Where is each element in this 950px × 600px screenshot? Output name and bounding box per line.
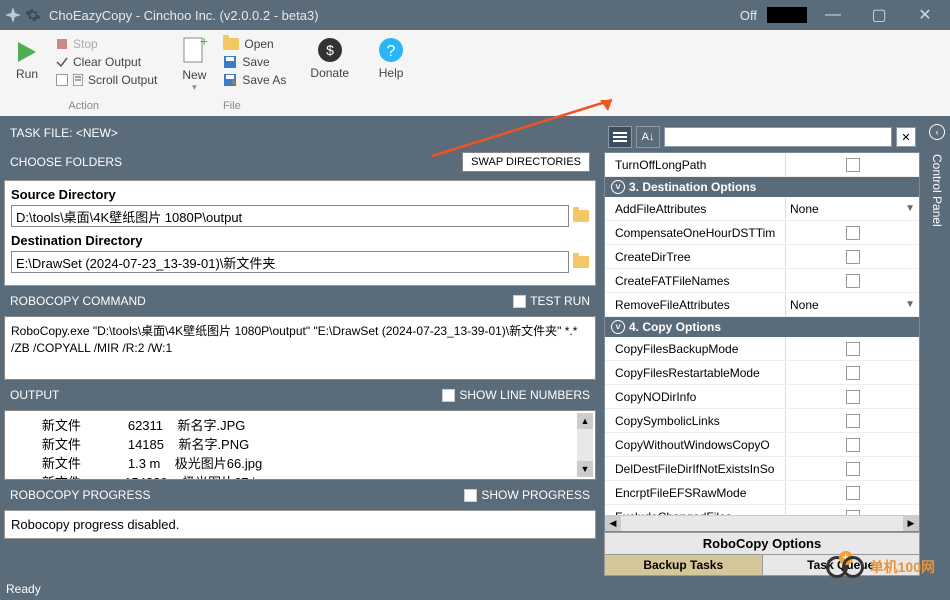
prop-checkbox[interactable] bbox=[846, 226, 860, 240]
show-progress-checkbox[interactable] bbox=[464, 489, 477, 502]
save-button[interactable]: Save bbox=[219, 54, 290, 70]
app-title: ChoEazyCopy - Cinchoo Inc. (v2.0.0.2 - b… bbox=[49, 8, 319, 23]
save-as-button[interactable]: ✎Save As bbox=[219, 72, 290, 88]
prop-row[interactable]: RemoveFileAttributesNone▼ bbox=[605, 293, 919, 317]
maximize-button[interactable]: ▢ bbox=[859, 3, 899, 27]
new-button[interactable]: + New ▾ bbox=[173, 32, 215, 97]
app-icon bbox=[5, 7, 21, 23]
prop-row[interactable]: CreateFATFileNames bbox=[605, 269, 919, 293]
expand-icon[interactable]: ‹ bbox=[929, 124, 945, 140]
tab-backup-tasks[interactable]: Backup Tasks bbox=[605, 555, 763, 575]
output-box[interactable]: 新文件 62311 新名字.JPG 新文件 14185 新名字.PNG 新文件 … bbox=[4, 410, 596, 480]
prop-category-4[interactable]: ˅4. Copy Options bbox=[605, 317, 919, 337]
prop-checkbox[interactable] bbox=[846, 390, 860, 404]
dropdown-icon[interactable]: ▼ bbox=[905, 299, 915, 310]
source-label: Source Directory bbox=[11, 187, 589, 202]
collapse-icon[interactable]: ˅ bbox=[611, 180, 625, 194]
folders-panel: Source Directory Destination Directory bbox=[4, 180, 596, 286]
prop-checkbox[interactable] bbox=[846, 366, 860, 380]
collapse-icon[interactable]: ˅ bbox=[611, 320, 625, 334]
minimize-button[interactable]: — bbox=[813, 3, 853, 27]
svg-text:$: $ bbox=[326, 42, 334, 58]
prop-row[interactable]: EncrptFileEFSRawMode bbox=[605, 481, 919, 505]
file-group-label: File bbox=[223, 100, 241, 112]
prop-toolbar: A↓ ✕ bbox=[604, 122, 920, 152]
prop-checkbox[interactable] bbox=[846, 274, 860, 288]
progress-text: Robocopy progress disabled. bbox=[4, 510, 596, 539]
prop-checkbox[interactable] bbox=[846, 486, 860, 500]
prop-checkbox[interactable] bbox=[846, 438, 860, 452]
off-indicator bbox=[767, 7, 807, 23]
donate-button[interactable]: $ Donate bbox=[302, 32, 357, 84]
prop-row[interactable]: CopyFilesRestartableMode bbox=[605, 361, 919, 385]
svg-text:+: + bbox=[200, 36, 207, 49]
footer-tabs: Backup Tasks Task Queue bbox=[604, 555, 920, 576]
show-lines-checkbox[interactable] bbox=[442, 389, 455, 402]
choose-folders-header: CHOOSE FOLDERS SWAP DIRECTORIES bbox=[4, 148, 596, 176]
action-group-label: Action bbox=[68, 100, 99, 112]
prop-row[interactable]: AddFileAttributesNone▼ bbox=[605, 197, 919, 221]
output-scrollbar[interactable]: ▲▼ bbox=[577, 413, 593, 477]
clear-output-button[interactable]: Clear Output bbox=[52, 54, 161, 70]
close-button[interactable]: ✕ bbox=[905, 3, 945, 27]
property-grid[interactable]: TurnOffLongPath ˅3. Destination Options … bbox=[604, 152, 920, 532]
prop-row[interactable]: DelDestFileDirIfNotExistsInSo bbox=[605, 457, 919, 481]
robocopy-options-label: RoboCopy Options bbox=[604, 532, 920, 555]
prop-search-input[interactable] bbox=[664, 127, 892, 147]
output-header: OUTPUT SHOW LINE NUMBERS bbox=[4, 384, 596, 406]
prop-checkbox[interactable] bbox=[846, 462, 860, 476]
prop-row[interactable]: CreateDirTree bbox=[605, 245, 919, 269]
categorized-button[interactable] bbox=[608, 126, 632, 148]
prop-row[interactable]: CompensateOneHourDSTTim bbox=[605, 221, 919, 245]
prop-search-clear[interactable]: ✕ bbox=[896, 127, 916, 147]
right-pane: A↓ ✕ TurnOffLongPath ˅3. Destination Opt… bbox=[600, 118, 924, 580]
prop-hscrollbar[interactable]: ◀▶ bbox=[605, 515, 919, 531]
prop-checkbox[interactable] bbox=[846, 414, 860, 428]
prop-row[interactable]: CopyFilesBackupMode bbox=[605, 337, 919, 361]
prop-row: TurnOffLongPath bbox=[605, 153, 919, 177]
swap-directories-button[interactable]: SWAP DIRECTORIES bbox=[462, 152, 590, 172]
gear-icon[interactable] bbox=[25, 7, 41, 23]
progress-header: ROBOCOPY PROGRESS SHOW PROGRESS bbox=[4, 484, 596, 506]
dropdown-icon[interactable]: ▼ bbox=[905, 203, 915, 214]
prop-checkbox[interactable] bbox=[846, 250, 860, 264]
alphabetical-button[interactable]: A↓ bbox=[636, 126, 660, 148]
prop-row[interactable]: CopyNODirInfo bbox=[605, 385, 919, 409]
dest-label: Destination Directory bbox=[11, 233, 589, 248]
statusbar: Ready bbox=[0, 580, 950, 600]
scroll-output-button[interactable]: Scroll Output bbox=[52, 72, 161, 88]
prop-row[interactable]: CopyWithoutWindowsCopyO bbox=[605, 433, 919, 457]
prop-checkbox[interactable] bbox=[846, 342, 860, 356]
open-button[interactable]: Open bbox=[219, 36, 290, 52]
source-input[interactable] bbox=[11, 205, 569, 227]
testrun-checkbox[interactable] bbox=[513, 295, 526, 308]
stop-button[interactable]: Stop bbox=[52, 36, 161, 52]
control-panel-sidebar[interactable]: ‹ Control Panel bbox=[924, 118, 950, 580]
tab-task-queue[interactable]: Task Queue bbox=[763, 555, 920, 575]
taskfile-header: TASK FILE: <NEW> bbox=[4, 122, 596, 144]
run-button[interactable]: Run bbox=[6, 32, 48, 88]
prop-category-3[interactable]: ˅3. Destination Options bbox=[605, 177, 919, 197]
left-pane: TASK FILE: <NEW> CHOOSE FOLDERS SWAP DIR… bbox=[0, 118, 600, 580]
folder-icon bbox=[223, 38, 239, 50]
command-header: ROBOCOPY COMMAND TEST RUN bbox=[4, 290, 596, 312]
browse-source-icon[interactable] bbox=[573, 210, 589, 222]
ribbon: Run Stop Clear Output Scroll Output Acti… bbox=[0, 30, 950, 118]
svg-text:✎: ✎ bbox=[231, 79, 237, 87]
prop-row[interactable]: CopySymbolicLinks bbox=[605, 409, 919, 433]
dest-input[interactable] bbox=[11, 251, 569, 273]
svg-text:?: ? bbox=[387, 43, 396, 60]
titlebar: ChoEazyCopy - Cinchoo Inc. (v2.0.0.2 - b… bbox=[0, 0, 950, 30]
help-button[interactable]: ? Help bbox=[369, 32, 413, 84]
command-text[interactable]: RoboCopy.exe "D:\tools\桌面\4K壁纸图片 1080P\o… bbox=[4, 316, 596, 380]
off-label: Off bbox=[740, 8, 757, 23]
browse-dest-icon[interactable] bbox=[573, 256, 589, 268]
